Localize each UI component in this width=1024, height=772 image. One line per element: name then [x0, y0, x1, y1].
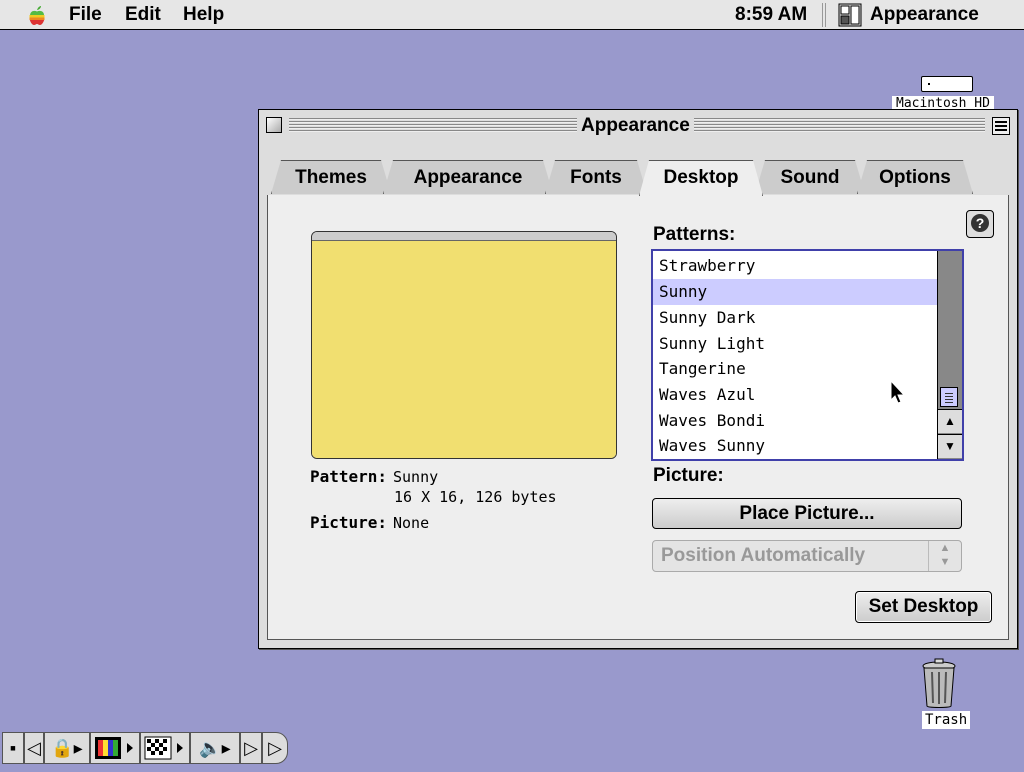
tab-sound[interactable]: Sound	[755, 160, 865, 194]
position-select-value: Position Automatically	[661, 545, 866, 566]
place-picture-button[interactable]: Place Picture...	[652, 498, 962, 529]
pattern-info-detail: 16 X 16, 126 bytes	[394, 488, 557, 506]
list-item[interactable]: Sunny Dark	[653, 305, 937, 331]
list-item[interactable]: Strawberry	[653, 253, 937, 279]
patterns-heading: Patterns:	[653, 224, 736, 245]
apple-menu-icon[interactable]	[26, 4, 48, 26]
trash-icon[interactable]	[920, 658, 958, 710]
patterns-list[interactable]: Strawberry Sunny Sunny Dark Sunny Light …	[651, 249, 964, 461]
control-strip: ▪ ◁ 🔒▸ 🔈▸ ▷ ▷	[0, 730, 290, 766]
tab-bar: Themes Appearance Fonts Desktop Sound Op…	[271, 160, 991, 196]
appearance-app-icon[interactable]	[838, 3, 862, 27]
window-title: Appearance	[577, 115, 694, 137]
pattern-info-label: Pattern:	[310, 467, 388, 486]
menu-file[interactable]: File	[69, 4, 102, 26]
hard-drive-icon[interactable]	[921, 76, 973, 92]
set-desktop-button[interactable]: Set Desktop	[855, 591, 992, 623]
menu-help[interactable]: Help	[183, 4, 224, 26]
tab-options[interactable]: Options	[857, 160, 973, 194]
menu-clock[interactable]: 8:59 AM	[735, 4, 807, 26]
preview-pattern-fill	[312, 241, 616, 458]
scroll-down-arrow-icon[interactable]: ▼	[938, 434, 962, 458]
tab-appearance[interactable]: Appearance	[383, 160, 553, 194]
left-arrow-icon[interactable]: ◁	[24, 732, 44, 764]
menu-edit[interactable]: Edit	[125, 4, 161, 26]
list-item[interactable]: Waves Bondi	[653, 408, 937, 434]
speaker-icon[interactable]: 🔈▸	[190, 732, 240, 764]
checkerboard-icon[interactable]	[140, 732, 190, 764]
tab-fonts[interactable]: Fonts	[545, 160, 647, 194]
lock-icon[interactable]: 🔒▸	[44, 732, 90, 764]
menu-bar: File Edit Help 8:59 AM Appearance	[0, 0, 1024, 30]
preview-menubar	[312, 232, 616, 241]
tab-desktop[interactable]: Desktop	[639, 160, 763, 196]
list-item[interactable]: Tangerine	[653, 356, 937, 382]
picture-info-value: None	[393, 514, 430, 532]
window-titlebar[interactable]: Appearance	[259, 110, 1017, 142]
help-button[interactable]: ?	[966, 210, 994, 238]
list-item[interactable]: Waves Sunny	[653, 433, 937, 459]
popup-arrows-icon: ▲ ▼	[928, 541, 961, 571]
pattern-info-value: Sunny	[393, 468, 439, 486]
mouse-cursor-icon	[890, 380, 906, 404]
hard-drive-label[interactable]: Macintosh HD	[892, 96, 994, 110]
desktop-preview	[311, 231, 617, 459]
patterns-scrollbar[interactable]: ▲ ▼	[937, 251, 962, 459]
monitor-colors-icon[interactable]	[90, 732, 140, 764]
trash-label[interactable]: Trash	[922, 711, 971, 729]
collapse-icon[interactable]: ▪	[2, 732, 24, 764]
menu-separator	[822, 3, 828, 27]
list-item-selected[interactable]: Sunny	[653, 279, 937, 305]
scroll-thumb[interactable]	[940, 387, 958, 407]
collapse-box-button[interactable]	[992, 117, 1010, 135]
application-menu[interactable]: Appearance	[870, 4, 979, 26]
appearance-window: Appearance Themes Appearance Fonts Deskt…	[258, 109, 1018, 649]
picture-info-label: Picture:	[310, 513, 388, 532]
list-item[interactable]: Sunny Light	[653, 331, 937, 357]
right-arrow-icon[interactable]: ▷	[240, 732, 262, 764]
close-box-button[interactable]	[266, 117, 282, 133]
help-icon: ?	[971, 214, 989, 232]
tab-themes[interactable]: Themes	[271, 160, 391, 194]
position-select[interactable]: Position Automatically ▲ ▼	[652, 540, 962, 572]
tab-end-icon[interactable]: ▷	[262, 732, 288, 764]
scroll-up-arrow-icon[interactable]: ▲	[938, 409, 962, 433]
picture-heading: Picture:	[653, 465, 724, 486]
